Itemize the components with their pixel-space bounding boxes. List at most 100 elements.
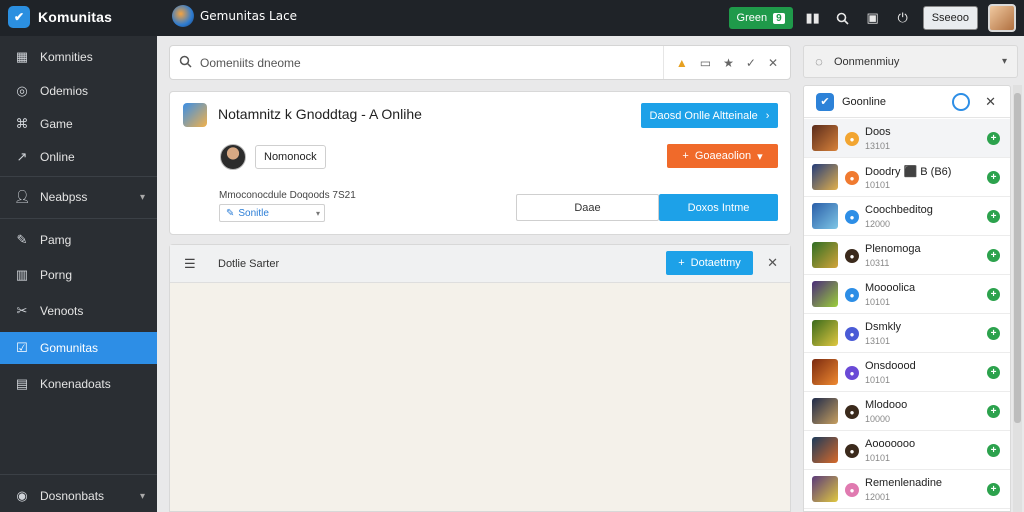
panel-action-button[interactable]: + Dotaettmy <box>666 251 753 275</box>
community-count: 10000 <box>865 414 891 424</box>
list-item[interactable]: ● Onsdoood 10101 + <box>804 353 1010 392</box>
tools-icon: ✂ <box>16 303 28 318</box>
image-icon[interactable]: ▣ <box>863 8 883 28</box>
sidebar-divider <box>0 218 157 219</box>
user-avatar[interactable] <box>220 144 246 170</box>
primary-action-button[interactable]: Daosd Onlle Altteinale › <box>641 103 778 128</box>
chat-icon[interactable]: ▭ <box>700 56 711 70</box>
close-icon[interactable]: ✕ <box>767 255 778 271</box>
status-value: Sonitle <box>238 207 269 219</box>
sidebar-item-label: Gomunitas <box>40 341 99 355</box>
orange-action-label: Goaeaolion <box>694 150 752 162</box>
community-name: Moooolica <box>865 282 916 294</box>
chat-bubble-icon[interactable] <box>952 92 970 111</box>
sidebar-item-pamg[interactable]: ✎ Pamg <box>0 224 157 256</box>
gamepad-icon: ⌘ <box>15 116 29 131</box>
scrollbar-thumb[interactable] <box>1014 93 1021 423</box>
community-badge-icon: ● <box>845 210 859 224</box>
sidebar-footer-label: Dosnonbats <box>40 489 105 503</box>
panel-action-label: Dotaettmy <box>690 257 741 269</box>
scrollbar[interactable] <box>1013 85 1022 512</box>
orange-action-button[interactable]: + Goaeaolion ▾ <box>667 144 778 168</box>
sidebar-item-odemios[interactable]: ◎ Odemios <box>0 75 157 107</box>
card-meta: Mmoconocdule Doqoods 7S21 <box>219 190 356 201</box>
add-icon[interactable]: + <box>987 132 1000 145</box>
list-item[interactable]: ● Remenlenadine 12001 + <box>804 470 1010 509</box>
sidebar-item-konenadoats[interactable]: ▤ Konenadoats <box>0 368 157 400</box>
check-badge-icon: ✔ <box>816 92 834 111</box>
user-icon: 👤︎ <box>14 189 31 204</box>
community-thumbnail <box>812 476 838 502</box>
sidebar-item-game[interactable]: ⌘ Game <box>0 108 157 140</box>
community-thumbnail <box>812 242 838 268</box>
add-icon[interactable]: + <box>987 327 1000 340</box>
community-badge-icon: ● <box>845 405 859 419</box>
top-bar: ✔ Komunitas Gemunitas Lace Green 9 ▮▮ ▣ … <box>0 0 1024 36</box>
list-item[interactable]: ● Mlodooo 10000 + <box>804 392 1010 431</box>
user-avatar[interactable] <box>988 4 1016 32</box>
list-item[interactable]: ● Dsmkly 13101 + <box>804 314 1010 353</box>
panel-header: ☰ Dotlie Sarter + Dotaettmy ✕ <box>170 245 790 283</box>
community-thumbnail <box>812 398 838 424</box>
add-icon[interactable]: + <box>987 249 1000 262</box>
app-title: Gemunitas Lace <box>172 5 297 27</box>
confirm-button[interactable]: Doxos Intme <box>659 194 778 221</box>
sidebar-divider <box>0 176 157 177</box>
star-icon[interactable]: ★ <box>723 56 734 70</box>
sidebar-item-label: Online <box>40 150 75 164</box>
session-button[interactable]: Sseeoo <box>922 6 978 30</box>
search-input[interactable]: Oomeniits dneome <box>200 56 663 70</box>
list-item[interactable]: ● Doos 13101 + <box>804 119 1010 158</box>
community-thumbnail <box>812 359 838 385</box>
chart-icon[interactable]: ▮▮ <box>803 8 823 28</box>
community-list-panel: ✔ Goonline ✕ ● Doos 13101 + ● Doodry ⬛ B (B6)… <box>803 85 1011 512</box>
list-item[interactable]: ● Aooooooo 10101 + <box>804 431 1010 470</box>
community-count: 10101 <box>865 453 891 463</box>
right-header[interactable]: ◌ Oonmenmiuy ▾ <box>803 45 1018 78</box>
sidebar-item-online[interactable]: ↗ Online <box>0 141 157 173</box>
sidebar-item-gomunitas[interactable]: ☑ Gomunitas <box>0 332 157 364</box>
content-panel: ☰ Dotlie Sarter + Dotaettmy ✕ <box>169 244 791 512</box>
community-badge-icon: ● <box>845 327 859 341</box>
list-item[interactable]: ● Coochbeditog 12000 + <box>804 197 1010 236</box>
community-thumbnail <box>812 320 838 346</box>
sidebar-item-porng[interactable]: ▥ Porng <box>0 259 157 291</box>
online-count: 9 <box>773 12 785 24</box>
app-title-text: Gemunitas Lace <box>200 9 298 23</box>
sidebar-item-venoots[interactable]: ✂ Venoots <box>0 295 157 327</box>
status-select[interactable]: ✎ Sonitle ▾ <box>219 204 325 222</box>
add-icon[interactable]: + <box>987 210 1000 223</box>
add-icon[interactable]: + <box>987 444 1000 457</box>
list-item[interactable]: ● Moooolica 10101 + <box>804 275 1010 314</box>
online-status-button[interactable]: Green 9 <box>728 7 793 29</box>
search-icon[interactable] <box>833 8 853 28</box>
chevron-down-icon: ▾ <box>139 490 145 502</box>
community-thumbnail <box>812 203 838 229</box>
community-badge-icon: ● <box>845 171 859 185</box>
sidebar-item-neabpss[interactable]: 👤︎ Neabpss ▾ <box>0 181 157 213</box>
close-icon[interactable]: ✕ <box>985 94 996 110</box>
list-item[interactable]: ● Plenomoga 10311 + <box>804 236 1010 275</box>
add-icon[interactable]: + <box>987 366 1000 379</box>
brand[interactable]: ✔ Komunitas <box>8 6 112 28</box>
check-icon[interactable]: ✓ <box>746 56 756 70</box>
community-count: 13101 <box>865 141 891 151</box>
add-icon[interactable]: + <box>987 405 1000 418</box>
sidebar-item-komnities[interactable]: ▦ Komnities <box>0 41 157 73</box>
community-count: 13101 <box>865 336 891 346</box>
power-icon[interactable]: ⏻ <box>893 8 913 28</box>
bell-icon[interactable]: ▲ <box>676 56 688 70</box>
right-header-label: Oonmenmiuy <box>834 55 900 68</box>
plus-icon: + <box>682 150 689 162</box>
user-name-chip[interactable]: Nomonock <box>255 145 326 169</box>
community-badge-icon: ● <box>845 444 859 458</box>
close-icon[interactable]: ✕ <box>768 56 778 70</box>
list-item[interactable]: ● Doodry ⬛ B (B6) 10101 + <box>804 158 1010 197</box>
chevron-down-icon: ▾ <box>315 208 320 218</box>
add-icon[interactable]: + <box>987 483 1000 496</box>
cancel-button[interactable]: Daae <box>516 194 659 221</box>
add-icon[interactable]: + <box>987 288 1000 301</box>
search-icon <box>170 55 200 71</box>
sidebar-footer-item[interactable]: ◉ Dosnonbats ▾ <box>0 480 157 512</box>
add-icon[interactable]: + <box>987 171 1000 184</box>
